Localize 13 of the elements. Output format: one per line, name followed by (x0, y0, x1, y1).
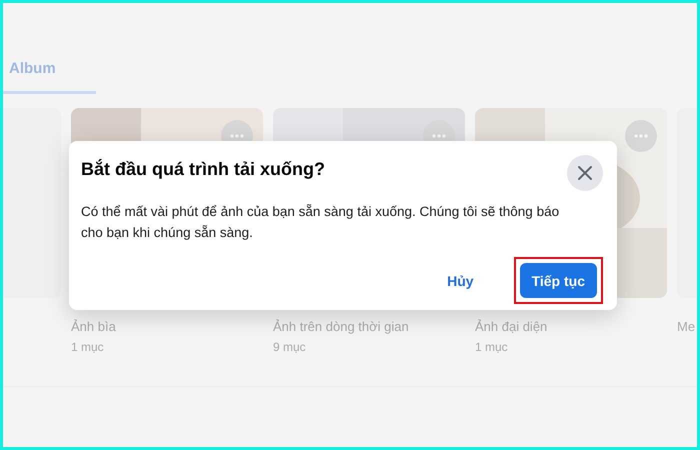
close-icon (577, 165, 593, 181)
dialog-message: Có thể mất vài phút để ảnh của bạn sẵn sàng tải xuống. Chúng tôi sẽ thông báo cho bạn khi chúng sẵn sàng. (81, 203, 560, 242)
close-button[interactable] (567, 155, 603, 191)
album-name: Ảnh trên dòng thời gian (273, 319, 410, 334)
album-count: 1 mục (71, 340, 105, 354)
album-count: 9 mục (273, 340, 307, 354)
continue-button[interactable]: Tiếp tục (520, 263, 597, 298)
album-count: 1 mục (475, 340, 509, 354)
cancel-button[interactable]: Hủy (435, 263, 486, 298)
album-name: Ảnh bìa (71, 319, 117, 334)
dialog-title: Bắt đầu quá trình tải xuống? (81, 159, 325, 180)
album-name: Me (677, 319, 696, 334)
album-name: Ảnh đại diện (475, 319, 548, 334)
